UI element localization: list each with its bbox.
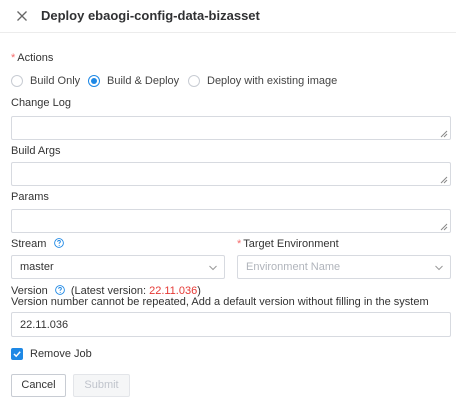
chevron-down-icon [435,265,443,271]
stream-select[interactable]: master [11,255,225,279]
change-log-label: Change Log [11,97,71,109]
deploy-dialog: Deploy ebaogi-config-data-bizasset * Acti… [0,0,456,413]
stream-label-text: Stream [11,238,47,250]
actions-radio-group: Build Only Build & Deploy Deploy with ex… [11,73,451,89]
remove-job-checkbox[interactable] [11,348,23,360]
stream-label: Stream [11,238,64,250]
params-textarea[interactable] [11,209,451,233]
version-input[interactable] [11,312,451,337]
target-env-placeholder: Environment Name [246,261,341,273]
required-mark: * [11,52,16,64]
radio-circle[interactable] [11,75,23,87]
remove-job-label: Remove Job [30,348,92,360]
radio-build-only[interactable]: Build Only [11,73,80,89]
params-label: Params [11,191,49,203]
radio-label: Build & Deploy [107,75,180,87]
change-log-textarea[interactable] [11,116,451,140]
required-mark: * [237,238,242,250]
cancel-button[interactable]: Cancel [11,374,66,397]
target-env-select[interactable]: Environment Name [237,255,451,279]
target-env-label: * Target Environment [237,238,339,250]
radio-deploy-existing-image[interactable]: Deploy with existing image [188,73,337,89]
version-hint: Version number cannot be repeated, Add a… [11,296,429,308]
build-args-textarea[interactable] [11,162,451,186]
target-env-label-text: Target Environment [243,238,339,250]
stream-selected-value: master [20,261,54,273]
dialog-header: Deploy ebaogi-config-data-bizasset [0,0,456,33]
radio-circle[interactable] [188,75,200,87]
remove-job-checkbox-row[interactable]: Remove Job [11,347,92,361]
question-circle-icon[interactable] [54,285,65,295]
radio-label: Build Only [30,75,81,87]
close-icon[interactable] [13,7,31,25]
actions-label: * Actions [11,52,53,64]
submit-button[interactable]: Submit [73,374,130,397]
checkmark-icon [13,351,21,358]
question-circle-icon[interactable] [53,238,64,248]
actions-label-text: Actions [17,52,54,64]
radio-circle-checked[interactable] [88,75,100,87]
chevron-down-icon [209,265,217,271]
dialog-title: Deploy ebaogi-config-data-bizasset [41,8,260,23]
build-args-label: Build Args [11,145,61,157]
radio-label: Deploy with existing image [207,75,338,87]
radio-build-and-deploy[interactable]: Build & Deploy [88,73,179,89]
